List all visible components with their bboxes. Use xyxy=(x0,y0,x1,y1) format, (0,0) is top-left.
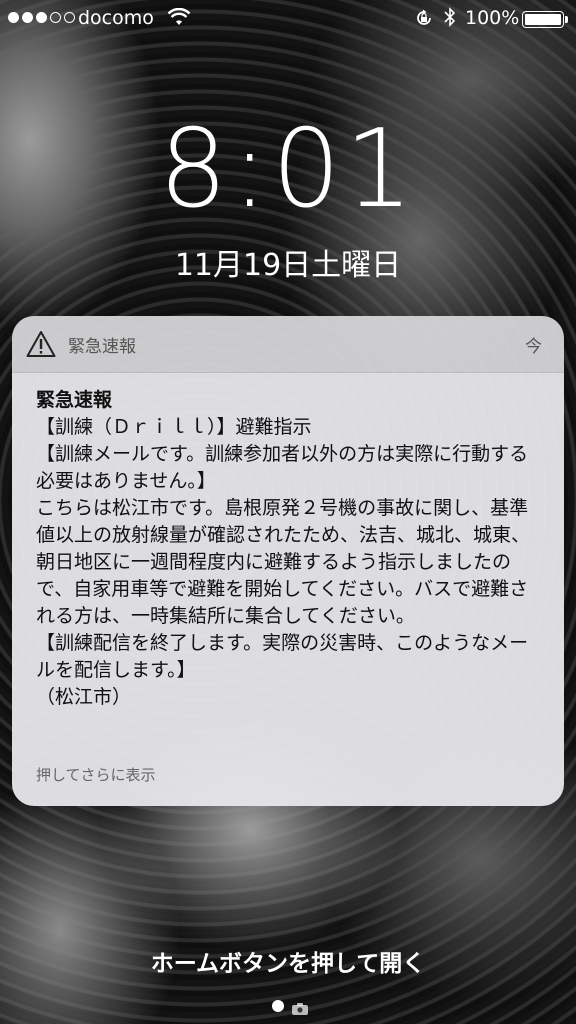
carrier-name: docomo xyxy=(78,7,154,29)
notification-timestamp: 今 xyxy=(525,337,542,357)
lock-screen-time: 8:01 xyxy=(158,107,418,232)
rotation-lock-icon xyxy=(414,8,434,33)
lock-screen-date: 11月19日土曜日 xyxy=(174,248,402,283)
signal-strength-icon xyxy=(8,12,75,23)
page-indicator xyxy=(272,1000,308,1015)
bluetooth-icon xyxy=(444,7,456,32)
notification-app-name: 緊急速報 xyxy=(68,337,136,357)
warning-triangle-icon xyxy=(26,330,56,358)
unlock-hint: ホームボタンを押して開く xyxy=(150,951,426,977)
notification-title: 緊急速報 xyxy=(36,389,113,411)
page-dot xyxy=(272,1000,284,1012)
press-for-more-label: 押してさらに表示 xyxy=(36,766,156,784)
notification-header: 緊急速報 今 xyxy=(12,316,564,373)
notification-message: 【訓練（Ｄｒｉｌｌ）】避難指示 【訓練メールです。訓練参加者以外の方は実際に行動… xyxy=(36,416,531,708)
battery-icon xyxy=(522,11,568,28)
wifi-icon xyxy=(167,7,191,31)
notification-body: 緊急速報 【訓練（Ｄｒｉｌｌ）】避難指示 【訓練メールです。訓練参加者以外の方は… xyxy=(12,373,564,806)
battery-percentage: 100% xyxy=(465,7,520,29)
status-bar: docomo 100% xyxy=(0,0,576,38)
camera-icon[interactable] xyxy=(292,1000,308,1015)
emergency-alert-notification[interactable]: 緊急速報 今 緊急速報 【訓練（Ｄｒｉｌｌ）】避難指示 【訓練メールです。訓練参… xyxy=(12,316,564,806)
